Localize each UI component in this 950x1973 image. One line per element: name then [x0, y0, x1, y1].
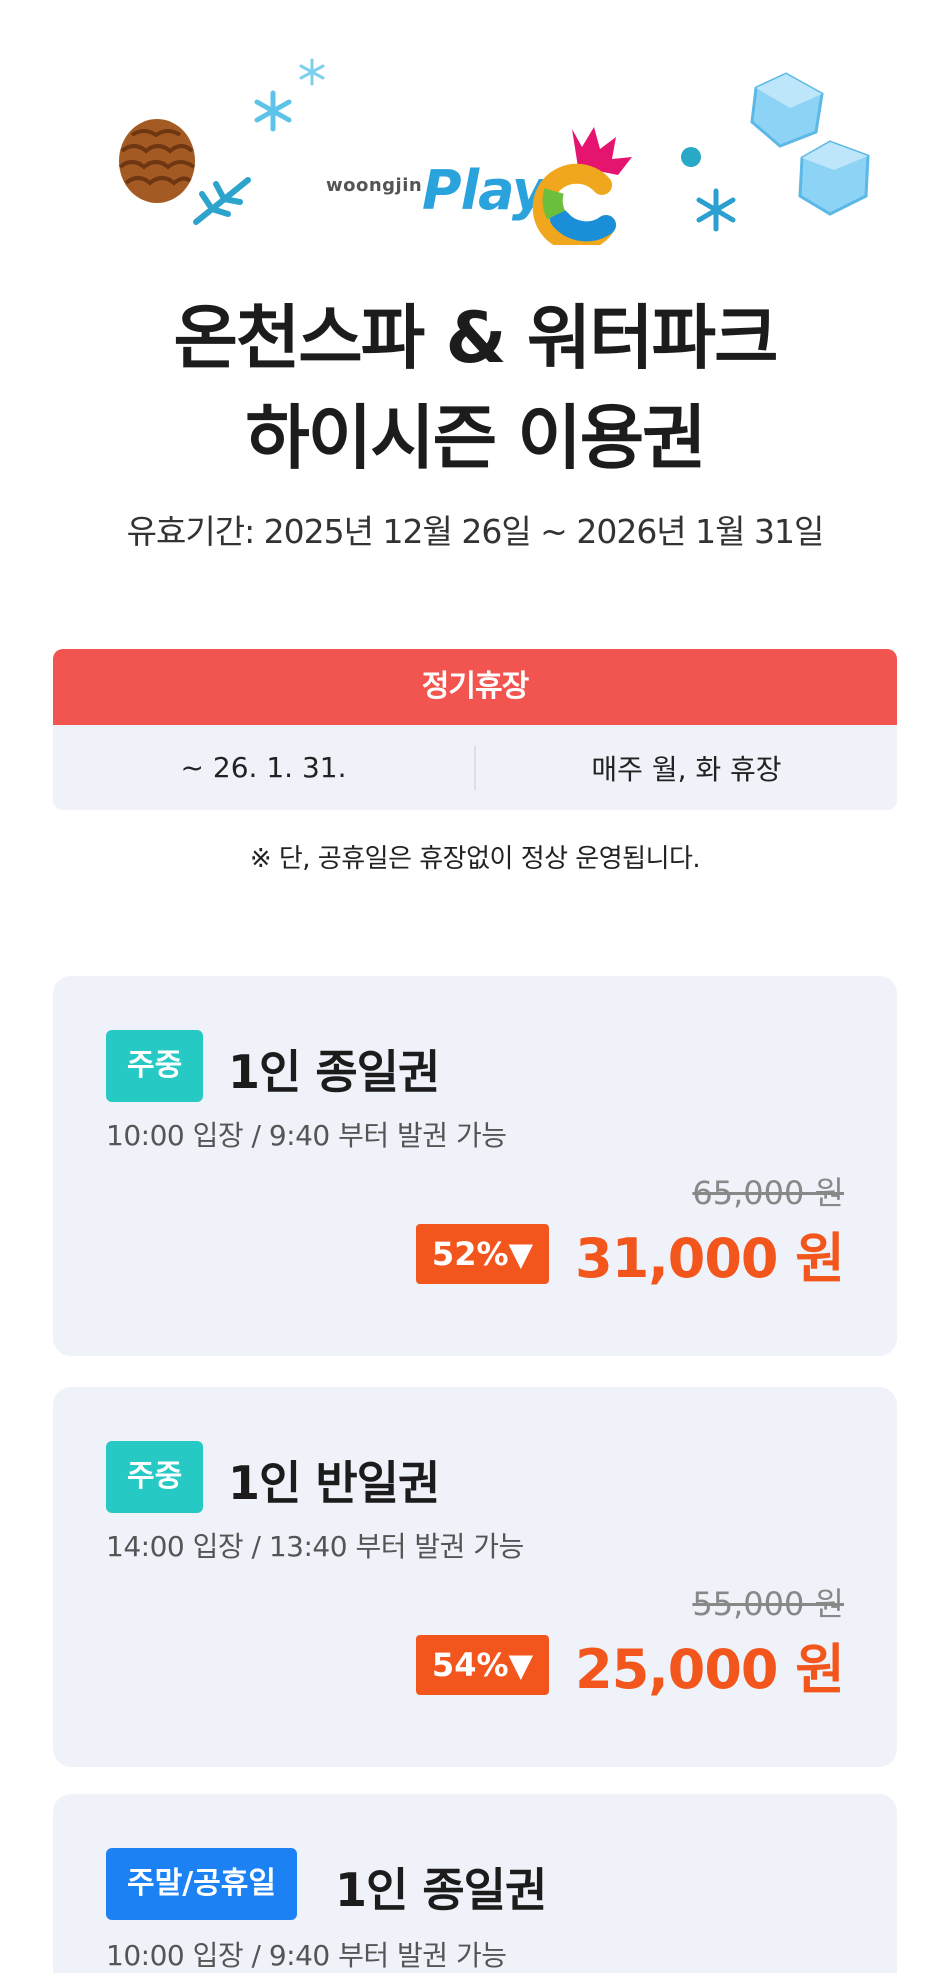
closure-heading: 정기휴장	[53, 649, 897, 725]
ticket-card[interactable]: 주중 1인 종일권 10:00 입장 / 9:40 부터 발권 가능 65,00…	[53, 976, 897, 1356]
logo-c-mark	[532, 127, 632, 245]
ticket-card[interactable]: 주말/공휴일 1인 종일권 10:00 입장 / 9:40 부터 발권 가능	[53, 1794, 897, 1973]
page-title: 온천스파 & 워터파크 하이시즌 이용권	[0, 288, 950, 488]
sale-row: 52%▼ 31,000 원	[415, 1214, 845, 1293]
sale-price: 31,000 원	[575, 1227, 845, 1290]
ice-cube-icon	[798, 140, 870, 216]
ticket-name: 1인 종일권	[335, 1863, 547, 1917]
discount-badge: 52%▼	[415, 1223, 550, 1284]
logo-brand: woongjin	[326, 175, 423, 196]
closure-table: 정기휴장 ~ 26. 1. 31. 매주 월, 화 휴장	[53, 649, 897, 810]
dot-icon	[681, 147, 701, 167]
ticket-time: 14:00 입장 / 13:40 부터 발권 가능	[106, 1530, 524, 1563]
sale-price: 25,000 원	[575, 1638, 845, 1701]
original-price: 55,000 원	[692, 1585, 844, 1623]
discount-badge: 54%▼	[415, 1634, 550, 1695]
snowflake-icon	[696, 188, 736, 232]
title-line-1: 온천스파 & 워터파크	[173, 297, 779, 379]
holiday-notice: ※ 단, 공휴일은 휴장없이 정상 운영됩니다.	[249, 844, 701, 874]
ticket-time: 10:00 입장 / 9:40 부터 발권 가능	[106, 1119, 507, 1152]
ticket-name: 1인 반일권	[228, 1456, 440, 1510]
ticket-card[interactable]: 주중 1인 반일권 14:00 입장 / 13:40 부터 발권 가능 55,0…	[53, 1387, 897, 1767]
snowflake-icon	[299, 58, 325, 86]
hero-section: woongjin Play 온천스파 & 워터파크 하이시즌 이용권 유효기간:…	[0, 0, 950, 600]
ticket-badge: 주중	[106, 1441, 204, 1513]
logo-play-text: Play	[422, 159, 547, 222]
original-price: 65,000 원	[692, 1174, 844, 1212]
playc-logo: woongjin Play	[326, 125, 632, 245]
closure-row: ~ 26. 1. 31. 매주 월, 화 휴장	[53, 725, 897, 810]
leaf-icon	[193, 177, 251, 225]
sale-row: 54%▼ 25,000 원	[415, 1625, 845, 1704]
closure-period: ~ 26. 1. 31.	[180, 751, 347, 784]
pinecone-icon	[118, 119, 196, 203]
snowflake-icon	[254, 90, 292, 132]
ticket-badge: 주중	[106, 1030, 204, 1102]
ticket-name: 1인 종일권	[228, 1045, 440, 1099]
closure-days: 매주 월, 화 휴장	[591, 752, 782, 786]
validity-period: 유효기간: 2025년 12월 26일 ~ 2026년 1월 31일	[126, 512, 825, 551]
ticket-badge: 주말/공휴일	[106, 1848, 297, 1920]
ticket-time: 10:00 입장 / 9:40 부터 발권 가능	[106, 1939, 507, 1972]
title-line-2: 하이시즌 이용권	[245, 397, 706, 479]
